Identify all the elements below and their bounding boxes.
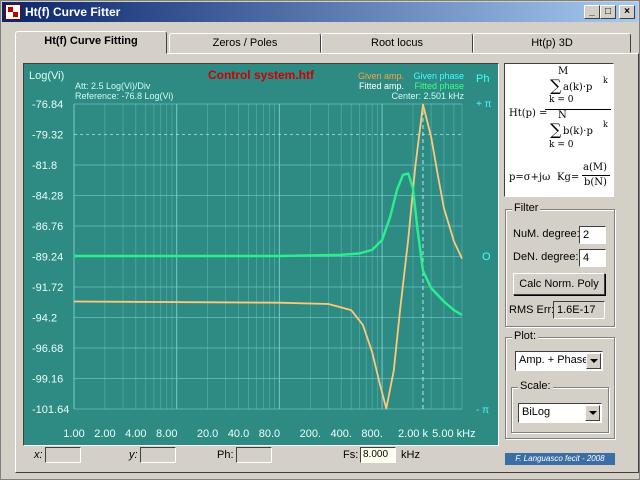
minimize-button[interactable]: _ xyxy=(584,5,600,19)
rms-err-label: RMS Err: xyxy=(509,304,555,316)
x-coord-box xyxy=(45,447,81,463)
formula-kg-num: a(M) xyxy=(583,162,608,173)
x-tick-label: 2.00 k xyxy=(398,428,428,440)
window-title: Ht(f) Curve Fitter xyxy=(25,5,121,19)
x-tick-label: 5.00 kHz xyxy=(432,428,475,440)
x-tick-label: 80.0 xyxy=(259,428,280,440)
plot-mode-select[interactable]: Amp. + Phase xyxy=(515,351,603,371)
formula-kg-den: b(N) xyxy=(584,177,607,188)
den-degree-label: DeN. degree: xyxy=(513,251,579,263)
plot-legend: Plot: xyxy=(512,330,539,342)
x-tick-label: 800. xyxy=(361,428,382,440)
scale-value: BiLog xyxy=(522,406,551,418)
tab-root-locus[interactable]: Root locus xyxy=(321,33,473,53)
y-tick-label: -79.32 xyxy=(32,130,63,142)
y-coord-label: y: xyxy=(129,449,138,461)
y-tick-label: -96.68 xyxy=(32,343,63,355)
legend-fitted-phase: Fitted phase xyxy=(414,81,464,91)
y-tick-label: -94.2 xyxy=(32,313,57,325)
phase-plus-pi: + π xyxy=(476,99,492,110)
formula-den-exp: k xyxy=(603,120,608,129)
phase-zero: O xyxy=(482,251,491,263)
filter-legend: Filter xyxy=(512,202,541,214)
scale-select[interactable]: BiLog xyxy=(518,403,602,423)
transfer-function-formula: Ht(p) = M ∑ a(k)·p k k = 0 N ∑ b(k)·p k … xyxy=(504,63,614,197)
legend-given-phase: Given phase xyxy=(413,71,464,81)
tab-strip: Ht(f) Curve Fitting Zeros / Poles Root l… xyxy=(15,31,640,54)
close-button[interactable]: × xyxy=(619,5,635,19)
x-tick-label: 1.00 xyxy=(63,428,84,440)
plot-mode-value: Amp. + Phase xyxy=(519,354,589,366)
center-text: Center: 2.501 kHz xyxy=(391,91,464,101)
formula-den-bottom: k = 0 xyxy=(549,140,574,150)
y-tick-label: -81.8 xyxy=(32,160,57,172)
y-tick-label: -76.84 xyxy=(32,99,63,111)
app-window: Ht(f) Curve Fitter _ □ × Ht(f) Curve Fit… xyxy=(0,0,640,480)
app-icon[interactable] xyxy=(5,4,21,20)
num-degree-input[interactable]: 2 xyxy=(579,226,606,244)
chevron-down-icon-2[interactable] xyxy=(585,405,600,421)
legend-fitted-amp: Fitted amp. xyxy=(359,81,404,91)
series-line-1 xyxy=(74,172,463,317)
kg-fraction-line xyxy=(582,175,610,176)
formula-num-body: a(k)·p xyxy=(563,82,593,93)
y-tick-label: -101.64 xyxy=(32,404,69,416)
reference-text: Reference: -76.8 Log(Vi) xyxy=(75,91,173,101)
formula-num-bottom: k = 0 xyxy=(549,95,574,105)
formula-den-body: b(k)·p xyxy=(563,126,593,137)
x-tick-label: 4.00 xyxy=(125,428,146,440)
formula-p-def: p=σ+jω xyxy=(509,172,551,183)
x-tick-label: 200. xyxy=(300,428,321,440)
rms-err-value: 1.6E-17 xyxy=(553,301,605,319)
fs-label: Fs: xyxy=(343,449,359,461)
x-tick-label: 400. xyxy=(331,428,352,440)
bode-plot[interactable]: -76.84 -79.32 -81.8 -84.28 -86.76 -89.24 -91.7… xyxy=(24,64,498,445)
y-tick-label: -99.16 xyxy=(32,374,63,386)
x-tick-label: 40.0 xyxy=(228,428,249,440)
plot-area[interactable]: -76.84 -79.32 -81.8 -84.28 -86.76 -89.24 -91.7… xyxy=(23,63,499,446)
sum-icon-2: ∑ xyxy=(550,120,562,139)
att-text: Att: 2.5 Log(Vi)/Div xyxy=(75,81,151,91)
phase-coord-box xyxy=(236,447,272,463)
y-axis-title: Log(Vi) xyxy=(29,70,64,82)
sum-icon: ∑ xyxy=(550,76,562,95)
formula-lhs: Ht(p) = xyxy=(509,108,548,119)
credit-label: F. Languasco fecit - 2008 xyxy=(505,453,615,465)
title-bar[interactable]: Ht(f) Curve Fitter _ □ × xyxy=(2,2,638,22)
scale-group: Scale: BiLog xyxy=(511,380,609,433)
tab-curve-fitting[interactable]: Ht(f) Curve Fitting xyxy=(15,31,167,54)
chevron-down-icon[interactable] xyxy=(586,353,601,369)
legend-given-amp: Given amp. xyxy=(358,71,404,81)
filter-group: Filter NuM. degree: 2 DeN. degree: 4 Cal… xyxy=(505,202,615,327)
x-tick-label: 8.00 xyxy=(156,428,177,440)
y-tick-label: -84.28 xyxy=(32,191,63,203)
plot-title: Control system.htf xyxy=(208,68,315,82)
scale-legend: Scale: xyxy=(518,380,553,392)
calc-norm-poly-button[interactable]: Calc Norm. Poly xyxy=(513,273,605,295)
tab-ht-3d[interactable]: Ht(p) 3D xyxy=(473,33,631,53)
y-tick-label: -91.72 xyxy=(32,282,63,294)
x-tick-label: 2.00 xyxy=(94,428,115,440)
formula-num-exp: k xyxy=(603,76,608,85)
phase-axis-title: Ph xyxy=(476,73,489,85)
y-tick-label: -89.24 xyxy=(32,252,63,264)
fraction-line xyxy=(545,109,611,110)
fs-unit: kHz xyxy=(401,449,420,461)
phase-minus-pi: - π xyxy=(476,405,489,416)
formula-kg-def: Kg= xyxy=(557,172,580,183)
den-degree-input[interactable]: 4 xyxy=(579,249,606,267)
fs-input[interactable]: 8.000 xyxy=(360,447,396,463)
phase-coord-label: Ph: xyxy=(217,449,234,461)
maximize-button[interactable]: □ xyxy=(600,5,616,19)
x-coord-label: x: xyxy=(34,449,43,461)
y-tick-label: -86.76 xyxy=(32,221,63,233)
num-degree-label: NuM. degree: xyxy=(513,228,580,240)
y-coord-box xyxy=(140,447,176,463)
x-tick-label: 20.0 xyxy=(197,428,218,440)
tab-zeros-poles[interactable]: Zeros / Poles xyxy=(169,33,321,53)
plot-options-group: Plot: Amp. + Phase Scale: BiLog xyxy=(505,330,615,439)
